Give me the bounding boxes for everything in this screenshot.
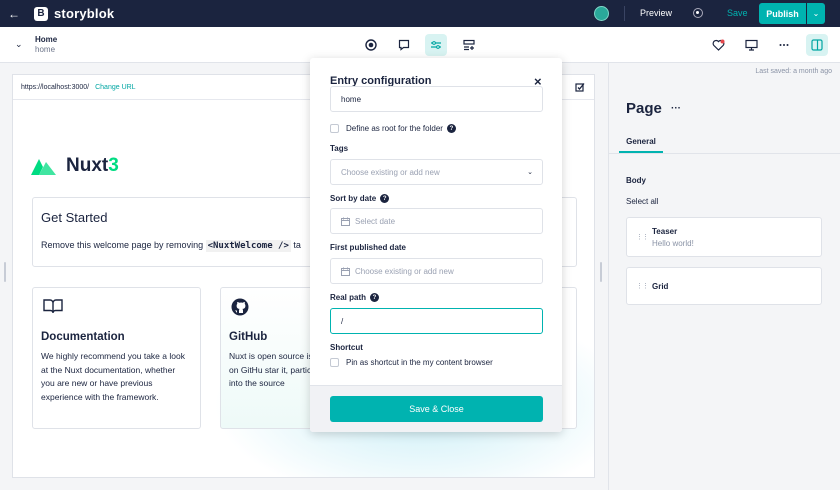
- preview-button[interactable]: Preview: [640, 8, 672, 18]
- story-slug: home: [35, 45, 56, 54]
- panel-title: Page: [626, 100, 662, 117]
- save-close-button[interactable]: Save & Close: [330, 396, 543, 422]
- nuxt-mountain-icon: [31, 159, 56, 175]
- define-root-label: Define as root for the folder: [346, 124, 443, 133]
- define-root-checkbox[interactable]: [330, 124, 339, 133]
- resize-handle-left[interactable]: [4, 262, 6, 282]
- chevron-down-icon: ⌄: [527, 169, 533, 176]
- preview-url: https://localhost:3000/: [21, 83, 90, 91]
- sort-by-date-placeholder: Select date: [355, 216, 396, 226]
- toggle-sidebar-icon[interactable]: [806, 34, 828, 56]
- save-button[interactable]: Save: [727, 8, 748, 18]
- comment-icon[interactable]: [393, 34, 415, 56]
- tags-label: Tags: [330, 144, 349, 153]
- documentation-text: We highly recommend you take a look at t…: [41, 351, 185, 402]
- documentation-title: Documentation: [41, 331, 125, 343]
- drag-handle-icon[interactable]: ⋮⋮: [636, 233, 649, 241]
- tab-general[interactable]: General: [619, 133, 663, 153]
- github-title: GitHub: [229, 331, 268, 343]
- real-path-label: Real path?: [330, 293, 380, 303]
- divider: [609, 153, 840, 154]
- more-options-icon[interactable]: [773, 34, 795, 56]
- real-path-input[interactable]: /: [330, 308, 543, 334]
- help-icon[interactable]: ?: [380, 194, 390, 204]
- help-icon[interactable]: ?: [370, 293, 380, 303]
- last-saved-status: Last saved: a month ago: [755, 68, 832, 75]
- content-panel: Page ··· General Body Select all ⋮⋮ Teas…: [608, 63, 840, 490]
- book-icon: [43, 298, 63, 319]
- tags-select[interactable]: Choose existing or add new ⌄: [330, 159, 543, 185]
- body-field-label: Body: [626, 176, 646, 185]
- brand-name: storyblok: [54, 6, 115, 21]
- block-name: Teaser: [652, 227, 678, 236]
- sort-by-date-label: Sort by date?: [330, 194, 390, 204]
- resize-handle-right[interactable]: [600, 262, 602, 282]
- github-icon: [231, 298, 249, 321]
- documentation-card[interactable]: Documentation We highly recommend you ta…: [32, 287, 201, 429]
- shortcut-checkbox-label: Pin as shortcut in the my content browse…: [346, 358, 493, 367]
- get-started-text: Remove this welcome page by removing <Nu…: [41, 240, 301, 252]
- sort-by-date-input[interactable]: Select date: [330, 208, 543, 234]
- select-all-link[interactable]: Select all: [626, 197, 658, 206]
- preview-toggle-icon[interactable]: [693, 8, 703, 18]
- heart-icon[interactable]: [707, 34, 729, 56]
- desktop-preview-icon[interactable]: [740, 34, 762, 56]
- get-started-title: Get Started: [41, 210, 108, 225]
- shortcut-checkbox-row[interactable]: Pin as shortcut in the my content browse…: [330, 358, 493, 367]
- slug-input[interactable]: home: [330, 86, 543, 112]
- define-root-checkbox-row[interactable]: Define as root for the folder ?: [330, 124, 456, 133]
- block-item-teaser[interactable]: ⋮⋮ Teaser Hello world!: [626, 217, 822, 257]
- block-subtitle: Hello world!: [652, 239, 694, 248]
- first-published-placeholder: Choose existing or add new: [355, 266, 454, 276]
- drag-handle-icon[interactable]: ⋮⋮: [636, 282, 649, 290]
- nuxt-wordmark: Nuxt3: [66, 155, 119, 176]
- dialog-footer: Save & Close: [310, 385, 562, 432]
- divider: [624, 6, 625, 21]
- top-bar: ← B storyblok Preview Save Publish ⌄: [0, 0, 840, 27]
- shortcut-label: Shortcut: [330, 343, 363, 352]
- storyblok-logo-icon: B: [34, 6, 48, 21]
- user-avatar[interactable]: [594, 6, 609, 21]
- layout-add-icon[interactable]: [458, 34, 480, 56]
- change-url-link[interactable]: Change URL: [95, 84, 135, 91]
- record-icon[interactable]: [360, 34, 382, 56]
- chevron-down-icon[interactable]: ⌄: [15, 39, 23, 50]
- calendar-icon: [341, 217, 350, 226]
- story-name: Home: [35, 35, 58, 44]
- back-arrow-icon[interactable]: ←: [8, 7, 30, 21]
- nuxt-logo: Nuxt3: [31, 155, 119, 177]
- more-options-icon[interactable]: ···: [671, 103, 681, 114]
- help-icon[interactable]: ?: [446, 124, 456, 133]
- entry-configuration-dialog: Entry configuration × home Define as roo…: [310, 58, 562, 432]
- first-published-label: First published date: [330, 243, 407, 252]
- chevron-down-icon[interactable]: ⌄: [807, 3, 825, 24]
- config-sliders-icon[interactable]: [425, 34, 447, 56]
- block-name: Grid: [652, 282, 669, 291]
- first-published-input[interactable]: Choose existing or add new: [330, 258, 543, 284]
- edit-check-icon[interactable]: [575, 82, 585, 94]
- publish-button[interactable]: Publish: [759, 3, 806, 24]
- tags-placeholder: Choose existing or add new: [341, 167, 440, 177]
- block-item-grid[interactable]: ⋮⋮ Grid: [626, 267, 822, 305]
- calendar-icon: [341, 267, 350, 276]
- shortcut-checkbox[interactable]: [330, 358, 339, 367]
